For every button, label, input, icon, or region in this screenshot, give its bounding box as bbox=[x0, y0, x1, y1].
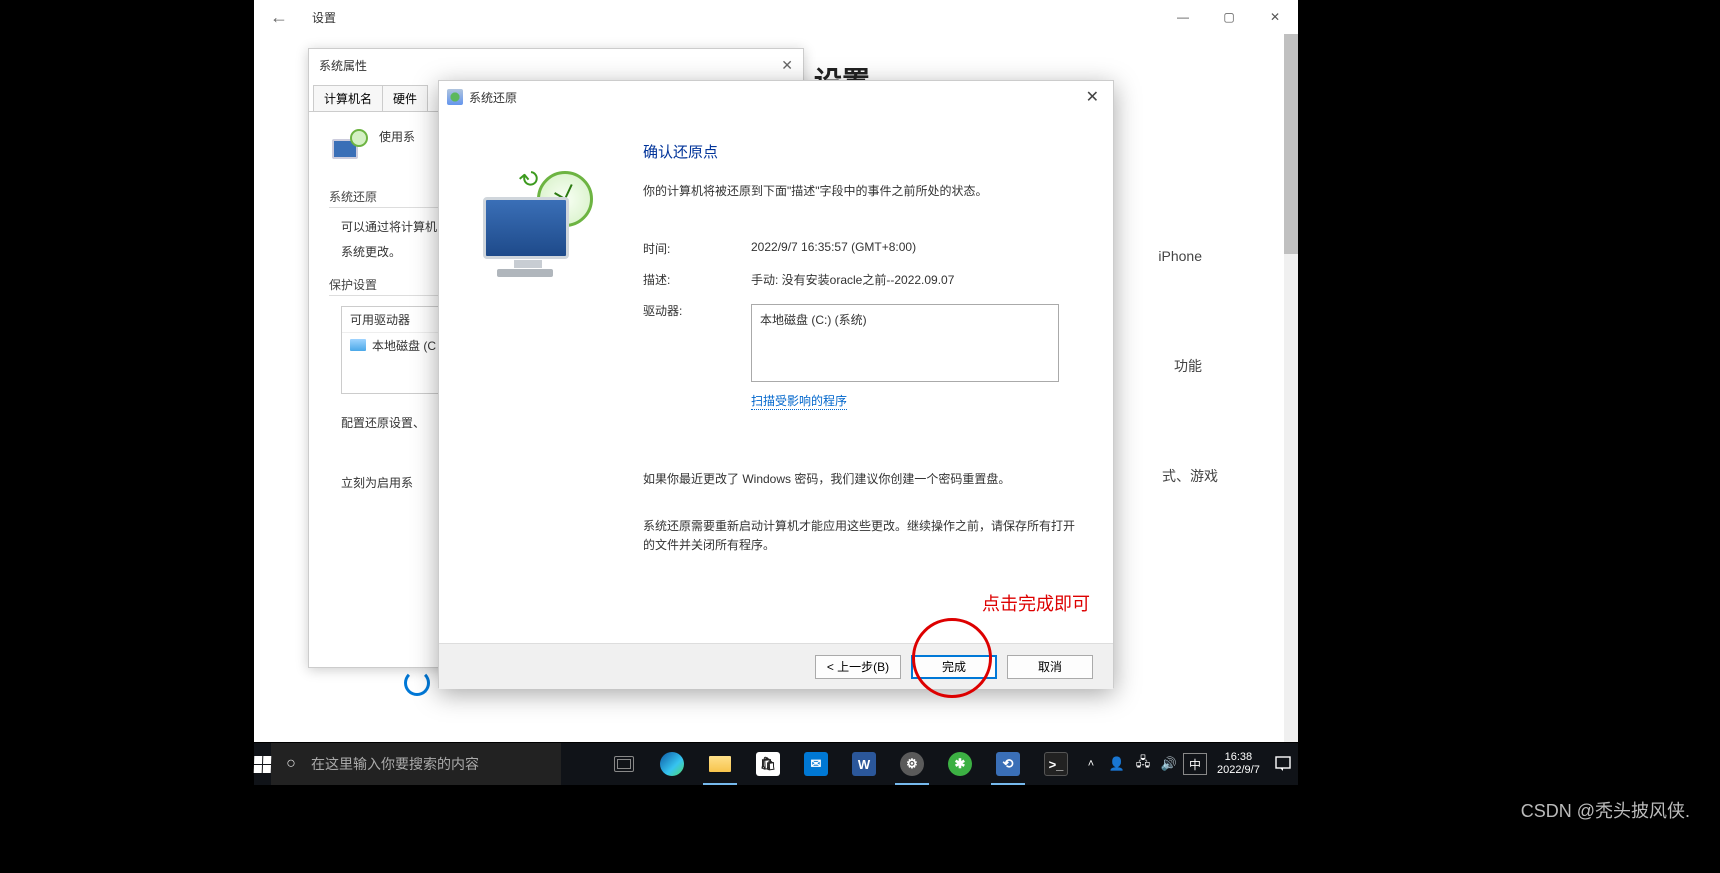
tray-people[interactable]: 👤 bbox=[1105, 743, 1129, 785]
settings-peek-text-3: 式、游戏 bbox=[1162, 466, 1218, 486]
settings-peek-text: iPhone bbox=[1158, 248, 1202, 264]
annotation-text: 点击完成即可 bbox=[982, 590, 1090, 616]
back-button[interactable]: < 上一步(B) bbox=[815, 655, 901, 679]
tray-network-icon[interactable]: 🖧 bbox=[1131, 743, 1155, 785]
store-app[interactable]: 🛍 bbox=[745, 743, 791, 785]
scan-affected-link[interactable]: 扫描受影响的程序 bbox=[751, 392, 847, 410]
restart-warning: 系统还原需要重新启动计算机才能应用这些更改。继续操作之前，请保存所有打开的文件并… bbox=[643, 517, 1085, 555]
sysprops-use-system: 使用系 bbox=[379, 128, 415, 145]
clock-time: 16:38 bbox=[1217, 751, 1260, 764]
sysprops-title-text: 系统属性 bbox=[319, 57, 367, 74]
taskbar-search[interactable]: ○ 在这里输入你要搜索的内容 bbox=[271, 743, 561, 785]
task-view-icon bbox=[614, 756, 634, 772]
tab-hardware[interactable]: 硬件 bbox=[382, 85, 428, 111]
maximize-button[interactable]: ▢ bbox=[1206, 1, 1252, 33]
wizard-intro: 你的计算机将被还原到下面"描述"字段中的事件之前所处的状态。 bbox=[643, 182, 1085, 200]
drive-icon bbox=[350, 339, 366, 351]
password-note: 如果你最近更改了 Windows 密码，我们建议你创建一个密码重置盘。 bbox=[643, 470, 1085, 489]
close-button[interactable]: ✕ bbox=[1252, 1, 1298, 33]
settings-peek-text-2: 功能 bbox=[1174, 356, 1202, 376]
windows-logo-icon bbox=[254, 756, 272, 773]
notification-icon bbox=[1274, 755, 1292, 773]
desc-value: 手动: 没有安装oracle之前--2022.09.07 bbox=[751, 271, 1085, 288]
edge-app[interactable] bbox=[649, 743, 695, 785]
close-icon[interactable]: ✕ bbox=[781, 57, 793, 74]
sysprops-titlebar: 系统属性 ✕ bbox=[309, 49, 803, 81]
clock-date: 2022/9/7 bbox=[1217, 764, 1260, 777]
tray-volume-icon[interactable]: 🔊 bbox=[1157, 743, 1181, 785]
system-tray: ˄ 👤 🖧 🔊 中 16:38 2022/9/7 bbox=[1079, 743, 1302, 785]
restore-graphic-icon: ↻ bbox=[477, 163, 597, 283]
drives-box: 本地磁盘 (C:) (系统) bbox=[751, 304, 1059, 382]
finish-button[interactable]: 完成 bbox=[911, 655, 997, 679]
drive-item: 本地磁盘 (C:) (系统) bbox=[760, 313, 867, 327]
restore-title: 系统还原 bbox=[469, 89, 517, 106]
word-icon: W bbox=[852, 752, 876, 776]
terminal-icon: >_ bbox=[1044, 752, 1068, 776]
action-center-button[interactable] bbox=[1270, 743, 1296, 785]
scrollbar-thumb[interactable] bbox=[1284, 34, 1298, 254]
wizard-heading: 确认还原点 bbox=[643, 141, 1085, 162]
restore-app[interactable]: ⟲ bbox=[985, 743, 1031, 785]
search-icon: ○ bbox=[271, 755, 311, 773]
cancel-button[interactable]: 取消 bbox=[1007, 655, 1093, 679]
mail-icon: ✉ bbox=[804, 752, 828, 776]
word-app[interactable]: W bbox=[841, 743, 887, 785]
watermark: CSDN @秃头披风侠. bbox=[1521, 797, 1690, 823]
gear-icon: ⚙ bbox=[900, 752, 924, 776]
time-label: 时间: bbox=[643, 240, 751, 257]
restore-task-icon: ⟲ bbox=[996, 752, 1020, 776]
start-button[interactable] bbox=[254, 743, 271, 785]
tray-overflow[interactable]: ˄ bbox=[1079, 743, 1103, 785]
time-value: 2022/9/7 16:35:57 (GMT+8:00) bbox=[751, 240, 1085, 257]
edge-icon bbox=[660, 752, 684, 776]
minimize-button[interactable]: — bbox=[1160, 1, 1206, 33]
mail-app[interactable]: ✉ bbox=[793, 743, 839, 785]
taskbar: ○ 在这里输入你要搜索的内容 🛍 ✉ W ⚙ ✱ ⟲ >_ ˄ 👤 🖧 🔊 中 … bbox=[254, 743, 1298, 785]
sync-icon bbox=[404, 670, 430, 696]
scrollbar[interactable] bbox=[1284, 34, 1298, 742]
wechat-icon: ✱ bbox=[948, 752, 972, 776]
back-button[interactable]: ← bbox=[254, 7, 304, 28]
drives-label: 驱动器: bbox=[643, 302, 751, 319]
chevron-up-icon: ˄ bbox=[1088, 758, 1094, 770]
search-placeholder: 在这里输入你要搜索的内容 bbox=[311, 754, 479, 774]
restore-icon bbox=[329, 128, 369, 168]
terminal-app[interactable]: >_ bbox=[1033, 743, 1079, 785]
store-icon: 🛍 bbox=[756, 752, 780, 776]
restore-titlebar: 系统还原 ✕ bbox=[439, 81, 1113, 113]
file-explorer-app[interactable] bbox=[697, 743, 743, 785]
wizard-sidebar: ↻ bbox=[439, 113, 635, 643]
tab-computer-name[interactable]: 计算机名 bbox=[313, 85, 383, 111]
settings-app[interactable]: ⚙ bbox=[889, 743, 935, 785]
settings-titlebar: ← 设置 — ▢ ✕ bbox=[254, 0, 1298, 34]
desc-label: 描述: bbox=[643, 271, 751, 288]
restore-app-icon bbox=[447, 89, 463, 105]
task-view-button[interactable] bbox=[601, 743, 647, 785]
wizard-button-bar: < 上一步(B) 完成 取消 bbox=[439, 643, 1113, 689]
settings-app-name: 设置 bbox=[312, 9, 336, 26]
ime-indicator: 中 bbox=[1183, 753, 1207, 775]
drive-label: 本地磁盘 (C bbox=[372, 337, 436, 354]
folder-icon bbox=[709, 756, 731, 772]
close-icon[interactable]: ✕ bbox=[1080, 87, 1105, 107]
tray-ime[interactable]: 中 bbox=[1183, 743, 1207, 785]
wechat-app[interactable]: ✱ bbox=[937, 743, 983, 785]
tray-clock[interactable]: 16:38 2022/9/7 bbox=[1209, 751, 1268, 777]
